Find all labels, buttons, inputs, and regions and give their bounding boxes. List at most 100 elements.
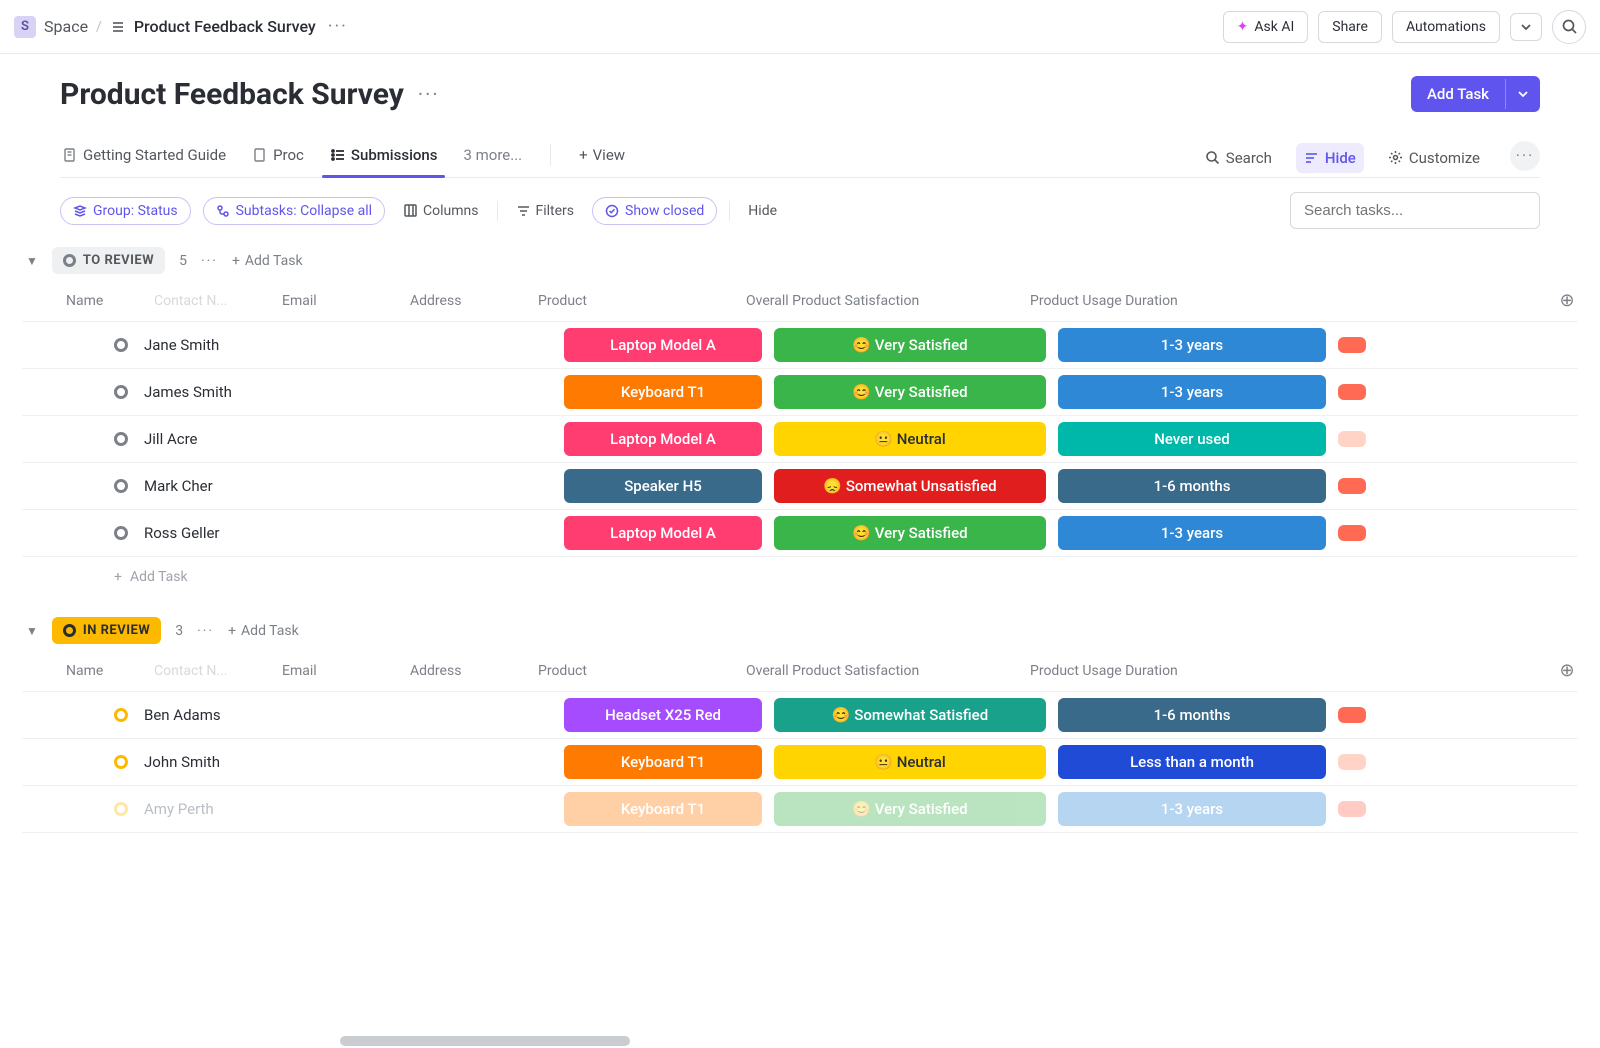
col-contact[interactable]: Contact N... — [154, 663, 282, 679]
breadcrumb-more-icon[interactable]: ··· — [324, 16, 352, 37]
extra-badge[interactable] — [1338, 801, 1366, 817]
filters-button[interactable]: Filters — [510, 199, 581, 223]
search-tasks-input[interactable] — [1290, 192, 1540, 229]
table-row[interactable]: Amy Perth Keyboard T1 😊 Very Satisfied 1… — [22, 786, 1578, 833]
add-column-icon[interactable]: ⊕ — [1556, 660, 1578, 681]
task-name[interactable]: Jill Acre — [144, 430, 564, 448]
status-pill[interactable]: IN REVIEW — [52, 617, 161, 644]
product-badge[interactable]: Laptop Model A — [564, 422, 762, 456]
status-ring-icon[interactable] — [114, 432, 128, 446]
table-row[interactable]: Ross Geller Laptop Model A 😊 Very Satisf… — [22, 510, 1578, 557]
group-add-task[interactable]: +Add Task — [232, 253, 303, 269]
col-address[interactable]: Address — [410, 663, 538, 679]
status-ring-icon[interactable] — [114, 385, 128, 399]
extra-badge[interactable] — [1338, 525, 1366, 541]
add-column-icon[interactable]: ⊕ — [1556, 290, 1578, 311]
duration-badge[interactable]: 1-3 years — [1058, 516, 1326, 550]
tab-submissions[interactable]: Submissions — [328, 138, 440, 177]
col-email[interactable]: Email — [282, 293, 410, 309]
extra-badge[interactable] — [1338, 431, 1366, 447]
duration-badge[interactable]: Never used — [1058, 422, 1326, 456]
add-task-button[interactable]: Add Task — [1411, 76, 1540, 112]
table-row[interactable]: Ben Adams Headset X25 Red 😊 Somewhat Sat… — [22, 692, 1578, 739]
hide-chips-button[interactable]: Hide — [742, 199, 783, 223]
extra-badge[interactable] — [1338, 337, 1366, 353]
tab-proc[interactable]: Proc — [250, 138, 306, 177]
duration-badge[interactable]: 1-3 years — [1058, 328, 1326, 362]
product-badge[interactable]: Speaker H5 — [564, 469, 762, 503]
product-badge[interactable]: Laptop Model A — [564, 328, 762, 362]
table-row[interactable]: Jill Acre Laptop Model A 😐 Neutral Never… — [22, 416, 1578, 463]
ask-ai-button[interactable]: ✦Ask AI — [1223, 11, 1309, 43]
status-ring-icon[interactable] — [114, 526, 128, 540]
duration-badge[interactable]: 1-3 years — [1058, 375, 1326, 409]
col-name[interactable]: Name — [66, 663, 154, 679]
task-name[interactable]: Amy Perth — [144, 800, 564, 818]
col-satisfaction[interactable]: Overall Product Satisfaction — [746, 663, 1030, 679]
global-search-button[interactable] — [1552, 10, 1586, 44]
satisfaction-badge[interactable]: 😞 Somewhat Unsatisfied — [774, 469, 1046, 503]
breadcrumb-space[interactable]: Space — [44, 17, 88, 36]
show-closed-chip[interactable]: Show closed — [592, 197, 717, 225]
title-more-icon[interactable]: ··· — [418, 82, 440, 106]
space-badge[interactable]: S — [14, 16, 36, 38]
collapse-caret-icon[interactable]: ▼ — [26, 624, 38, 638]
satisfaction-badge[interactable]: 😊 Very Satisfied — [774, 328, 1046, 362]
group-more-icon[interactable]: ··· — [197, 623, 214, 639]
task-name[interactable]: Jane Smith — [144, 336, 564, 354]
extra-badge[interactable] — [1338, 384, 1366, 400]
col-email[interactable]: Email — [282, 663, 410, 679]
add-view-button[interactable]: + View — [577, 138, 627, 177]
table-row[interactable]: Mark Cher Speaker H5 😞 Somewhat Unsatisf… — [22, 463, 1578, 510]
product-badge[interactable]: Keyboard T1 — [564, 792, 762, 826]
customize-button[interactable]: Customize — [1380, 143, 1488, 173]
task-name[interactable]: John Smith — [144, 753, 564, 771]
col-product[interactable]: Product — [538, 293, 746, 309]
task-name[interactable]: Ross Geller — [144, 524, 564, 542]
col-contact[interactable]: Contact N... — [154, 293, 282, 309]
satisfaction-badge[interactable]: 😐 Neutral — [774, 422, 1046, 456]
search-button[interactable]: Search — [1197, 143, 1280, 173]
tab-getting-started[interactable]: Getting Started Guide — [60, 138, 228, 177]
extra-badge[interactable] — [1338, 754, 1366, 770]
group-add-task[interactable]: +Add Task — [228, 623, 299, 639]
topbar-caret-button[interactable] — [1510, 13, 1542, 41]
satisfaction-badge[interactable]: 😊 Very Satisfied — [774, 375, 1046, 409]
product-badge[interactable]: Headset X25 Red — [564, 698, 762, 732]
columns-button[interactable]: Columns — [397, 199, 484, 223]
automations-button[interactable]: Automations — [1392, 11, 1500, 43]
add-task-row[interactable]: +Add Task — [22, 557, 1578, 589]
group-more-icon[interactable]: ··· — [201, 253, 218, 269]
col-address[interactable]: Address — [410, 293, 538, 309]
product-badge[interactable]: Laptop Model A — [564, 516, 762, 550]
status-ring-icon[interactable] — [114, 708, 128, 722]
group-chip[interactable]: Group: Status — [60, 197, 191, 225]
product-badge[interactable]: Keyboard T1 — [564, 745, 762, 779]
share-button[interactable]: Share — [1318, 11, 1382, 43]
col-duration[interactable]: Product Usage Duration — [1030, 663, 1308, 679]
satisfaction-badge[interactable]: 😊 Very Satisfied — [774, 516, 1046, 550]
duration-badge[interactable]: Less than a month — [1058, 745, 1326, 779]
tab-more[interactable]: 3 more... — [461, 138, 524, 177]
satisfaction-badge[interactable]: 😐 Neutral — [774, 745, 1046, 779]
duration-badge[interactable]: 1-6 months — [1058, 469, 1326, 503]
duration-badge[interactable]: 1-6 months — [1058, 698, 1326, 732]
toolbar-more-icon[interactable]: ··· — [1510, 141, 1540, 171]
status-pill[interactable]: TO REVIEW — [52, 247, 165, 274]
product-badge[interactable]: Keyboard T1 — [564, 375, 762, 409]
breadcrumb-title[interactable]: Product Feedback Survey — [134, 17, 316, 36]
table-row[interactable]: Jane Smith Laptop Model A 😊 Very Satisfi… — [22, 322, 1578, 369]
chevron-down-icon[interactable] — [1505, 79, 1540, 109]
col-name[interactable]: Name — [66, 293, 154, 309]
subtasks-chip[interactable]: Subtasks: Collapse all — [203, 197, 385, 225]
status-ring-icon[interactable] — [114, 338, 128, 352]
horizontal-scrollbar[interactable] — [0, 1034, 1600, 1048]
col-satisfaction[interactable]: Overall Product Satisfaction — [746, 293, 1030, 309]
task-name[interactable]: James Smith — [144, 383, 564, 401]
task-name[interactable]: Mark Cher — [144, 477, 564, 495]
status-ring-icon[interactable] — [114, 802, 128, 816]
table-row[interactable]: James Smith Keyboard T1 😊 Very Satisfied… — [22, 369, 1578, 416]
collapse-caret-icon[interactable]: ▼ — [26, 254, 38, 268]
status-ring-icon[interactable] — [114, 479, 128, 493]
task-name[interactable]: Ben Adams — [144, 706, 564, 724]
